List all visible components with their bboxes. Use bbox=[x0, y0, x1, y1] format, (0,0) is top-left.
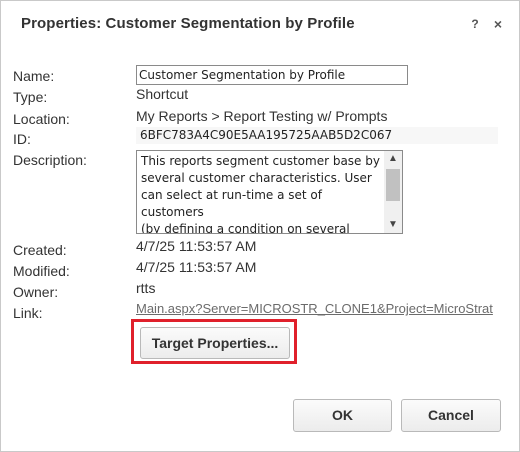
id-label: ID: bbox=[13, 131, 31, 147]
scroll-thumb[interactable] bbox=[386, 169, 400, 201]
description-textarea[interactable]: This reports segment customer base by se… bbox=[136, 150, 403, 234]
dialog-title: Properties: Customer Segmentation by Pro… bbox=[21, 15, 355, 32]
location-value: My Reports > Report Testing w/ Prompts bbox=[136, 108, 388, 124]
modified-value: 4/7/25 11:53:57 AM bbox=[136, 259, 257, 275]
link-label: Link: bbox=[13, 305, 43, 321]
description-text: This reports segment customer base by se… bbox=[141, 154, 380, 234]
modified-label: Modified: bbox=[13, 263, 70, 279]
owner-label: Owner: bbox=[13, 284, 59, 300]
ok-button[interactable]: OK bbox=[293, 399, 392, 432]
type-label: Type: bbox=[13, 89, 48, 105]
scroll-up-icon[interactable]: ▲ bbox=[384, 151, 402, 167]
name-label: Name: bbox=[13, 68, 55, 84]
scroll-down-icon[interactable]: ▼ bbox=[384, 217, 402, 233]
location-label: Location: bbox=[13, 111, 70, 127]
cancel-button[interactable]: Cancel bbox=[401, 399, 501, 432]
properties-dialog: Properties: Customer Segmentation by Pro… bbox=[0, 0, 520, 452]
id-value[interactable]: 6BFC783A4C90E5AA195725AAB5D2C067 bbox=[136, 127, 498, 144]
description-label: Description: bbox=[13, 152, 87, 168]
title-bar: Properties: Customer Segmentation by Pro… bbox=[1, 1, 519, 47]
help-icon[interactable]: ? bbox=[467, 15, 483, 33]
description-scrollbar[interactable]: ▲ ▼ bbox=[384, 151, 402, 233]
type-value: Shortcut bbox=[136, 86, 189, 102]
created-value: 4/7/25 11:53:57 AM bbox=[136, 238, 257, 254]
target-properties-button[interactable]: Target Properties... bbox=[140, 327, 290, 359]
name-field[interactable] bbox=[136, 65, 408, 85]
object-link[interactable]: Main.aspx?Server=MICROSTR_CLONE1&Project… bbox=[136, 301, 498, 316]
close-icon[interactable]: × bbox=[490, 15, 506, 33]
created-label: Created: bbox=[13, 242, 67, 258]
owner-value: rtts bbox=[136, 280, 156, 296]
